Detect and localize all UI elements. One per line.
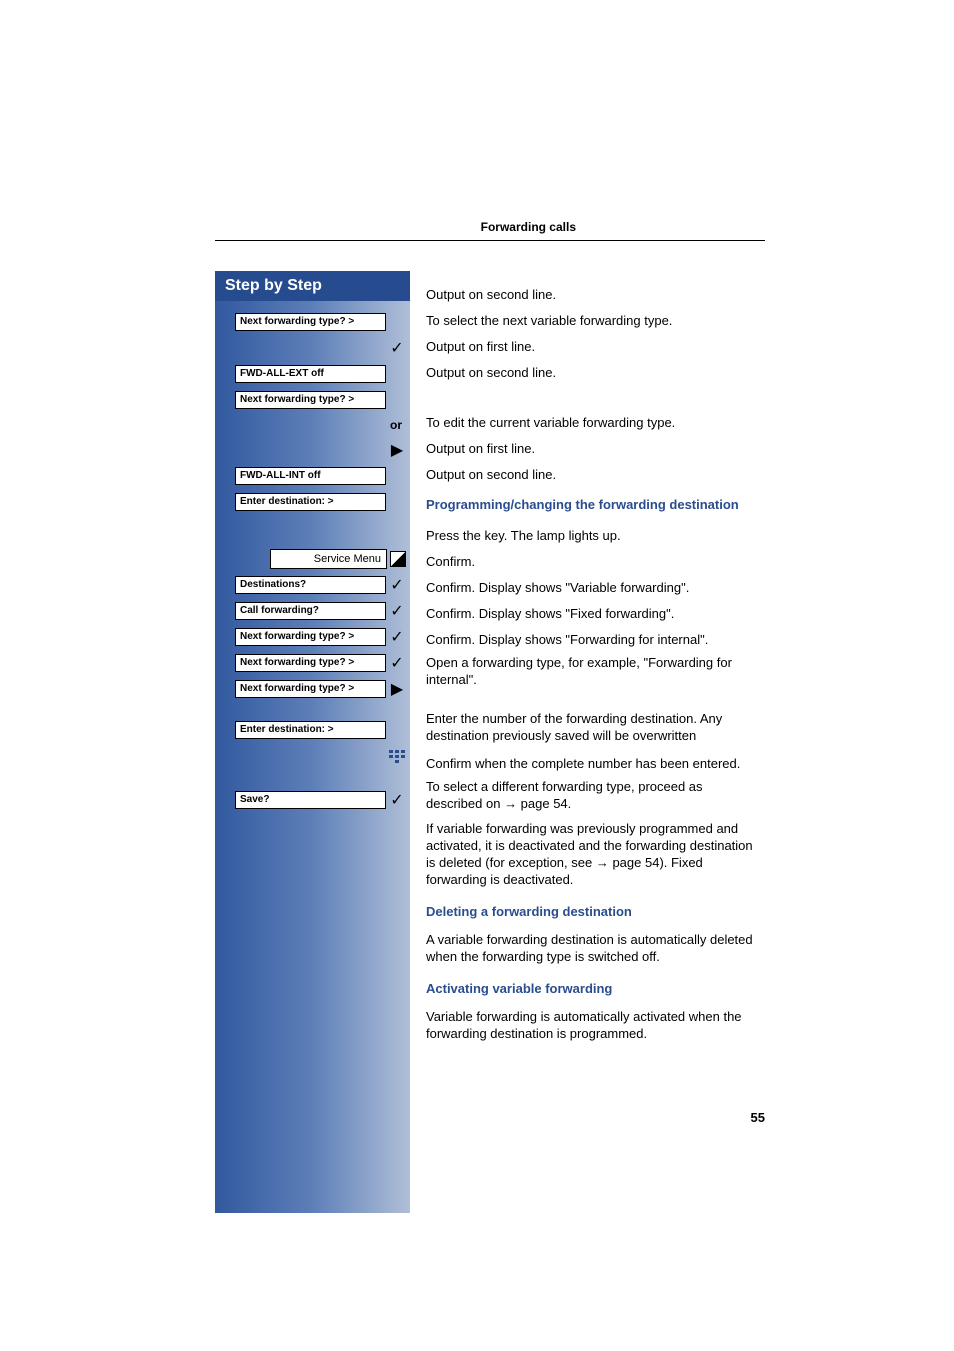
check-icon: ✓ [388, 575, 406, 595]
play-icon: ▶ [388, 440, 406, 460]
body-text: Output on first line. [426, 338, 535, 355]
subheading: Activating variable forwarding [426, 981, 760, 996]
page-number: 55 [751, 1110, 765, 1125]
body-text: Confirm. Display shows "Fixed forwarding… [426, 605, 674, 622]
display-box: Next forwarding type? > [235, 391, 386, 409]
display-box: Call forwarding? [235, 602, 386, 620]
step-row: ▶ [215, 437, 410, 463]
display-box: Next forwarding type? > [235, 654, 386, 672]
step-row [215, 743, 410, 775]
body-text: If variable forwarding was previously pr… [426, 820, 760, 888]
keypad-icon [388, 750, 406, 769]
step-row: Enter destination: > [215, 717, 410, 743]
page-reference: → page 54. [504, 796, 571, 811]
display-box: Next forwarding type? > [235, 680, 386, 698]
step-row: Next forwarding type? > ▶ [215, 676, 410, 702]
lamp-icon [390, 551, 406, 567]
step-row: Next forwarding type? > [215, 309, 410, 335]
subheading: Programming/changing the forwarding dest… [426, 497, 760, 512]
step-by-step-sidebar: Step by Step Next forwarding type? > ✓ F… [215, 271, 410, 1213]
display-box: Next forwarding type? > [235, 628, 386, 646]
check-icon: ✓ [388, 601, 406, 621]
body-text: Open a forwarding type, for example, "Fo… [426, 654, 760, 688]
main-content: Output on second line. To select the nex… [426, 271, 760, 1213]
step-row: Enter destination: > [215, 489, 410, 515]
body-text: Confirm when the complete number has bee… [426, 755, 740, 772]
display-box: Enter destination: > [235, 493, 386, 511]
check-icon: ✓ [388, 790, 406, 810]
check-icon: ✓ [388, 653, 406, 673]
body-text: To edit the current variable forwarding … [426, 414, 675, 431]
body-text: Output on first line. [426, 440, 535, 457]
body-text: Output on second line. [426, 286, 556, 303]
page-reference: → page 54 [596, 855, 660, 870]
display-box: Enter destination: > [235, 721, 386, 739]
body-text: Confirm. Display shows "Forwarding for i… [426, 631, 708, 648]
header-title: Forwarding calls [481, 220, 576, 234]
step-row: Save? ✓ [215, 787, 410, 813]
body-text: Press the key. The lamp lights up. [426, 527, 621, 544]
display-box: Save? [235, 791, 386, 809]
sidebar-title: Step by Step [215, 271, 410, 301]
body-text: Variable forwarding is automatically act… [426, 1008, 760, 1042]
step-row: Next forwarding type? > ✓ [215, 624, 410, 650]
step-row: Service Menu [215, 546, 410, 572]
or-label: or [215, 413, 410, 437]
subheading: Deleting a forwarding destination [426, 904, 760, 919]
body-text: Output on second line. [426, 466, 556, 483]
step-row: Call forwarding? ✓ [215, 598, 410, 624]
body-text: To select a different forwarding type, p… [426, 778, 760, 812]
step-row: FWD-ALL-EXT off [215, 361, 410, 387]
body-text: To select the next variable forwarding t… [426, 312, 672, 329]
body-text: Confirm. Display shows "Variable forward… [426, 579, 689, 596]
display-box: Destinations? [235, 576, 386, 594]
display-box: FWD-ALL-INT off [235, 467, 386, 485]
body-text: Enter the number of the forwarding desti… [426, 710, 760, 744]
body-text: Output on second line. [426, 364, 556, 381]
page-header: Forwarding calls [215, 0, 765, 241]
step-row: ✓ [215, 335, 410, 361]
service-menu-box: Service Menu [270, 549, 387, 569]
body-text: A variable forwarding destination is aut… [426, 931, 760, 965]
display-box: Next forwarding type? > [235, 313, 386, 331]
body-text: Confirm. [426, 553, 475, 570]
step-row: FWD-ALL-INT off [215, 463, 410, 489]
display-box: FWD-ALL-EXT off [235, 365, 386, 383]
check-icon: ✓ [388, 338, 406, 358]
play-icon: ▶ [388, 679, 406, 699]
step-row: Next forwarding type? > [215, 387, 410, 413]
step-row: Next forwarding type? > ✓ [215, 650, 410, 676]
check-icon: ✓ [388, 627, 406, 647]
step-row: Destinations? ✓ [215, 572, 410, 598]
